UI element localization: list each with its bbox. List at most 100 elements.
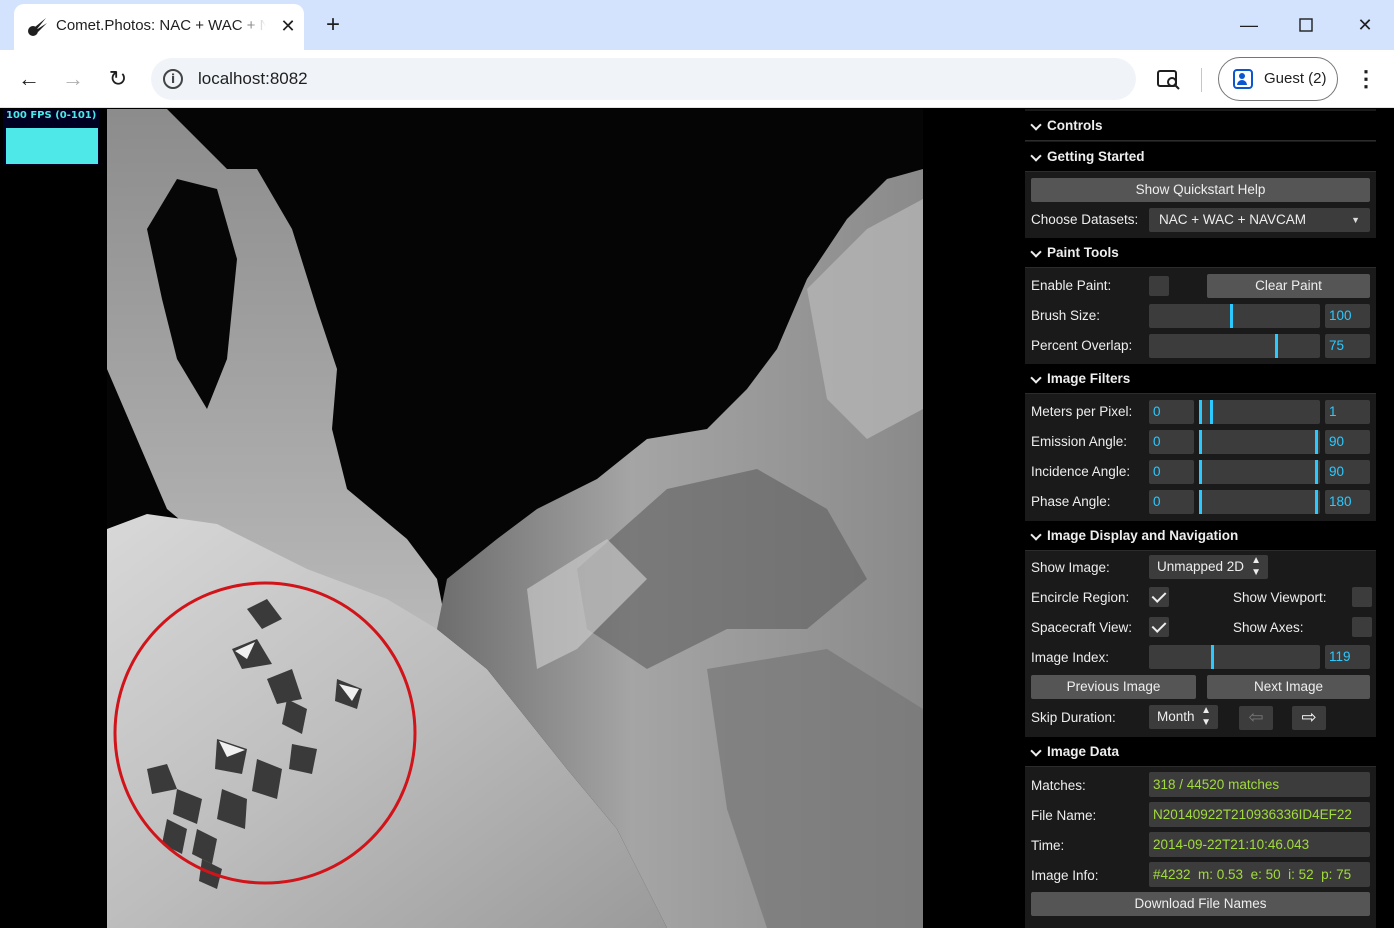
maximize-icon[interactable] xyxy=(1291,10,1321,40)
datasets-label: Choose Datasets: xyxy=(1031,212,1139,227)
show-image-select[interactable]: Unmapped 2D ▲ ▼ xyxy=(1149,555,1268,579)
meters-max-knob[interactable] xyxy=(1210,400,1213,424)
new-tab-icon[interactable]: + xyxy=(318,10,348,40)
browser-toolbar: ← → ↻ i localhost:8082 Guest (2) ⋮ xyxy=(0,50,1394,108)
meters-max-input[interactable]: 1 xyxy=(1325,400,1370,424)
skip-duration-value: Month xyxy=(1157,709,1195,724)
encircle-region-checkbox[interactable] xyxy=(1149,587,1169,607)
profile-icon xyxy=(1233,69,1253,89)
fps-text: 100 FPS (0-101) xyxy=(6,110,97,121)
image-index-label: Image Index: xyxy=(1031,650,1110,665)
show-axes-label: Show Axes: xyxy=(1233,620,1304,635)
right-arrow-icon[interactable]: ⇨ xyxy=(1292,706,1326,730)
download-file-names-button[interactable]: Download File Names xyxy=(1031,892,1370,916)
emission-max-knob[interactable] xyxy=(1315,430,1318,454)
file-name-value[interactable]: N20140922T210936336ID4EF22 xyxy=(1149,802,1370,827)
phase-min-input[interactable]: 0 xyxy=(1149,490,1194,514)
image-data-folder-title[interactable]: Image Data xyxy=(1025,737,1376,767)
meters-min-knob[interactable] xyxy=(1199,400,1202,424)
phase-max-input[interactable]: 180 xyxy=(1325,490,1370,514)
spacecraft-view-label: Spacecraft View: xyxy=(1031,620,1133,635)
site-info-icon[interactable]: i xyxy=(163,69,183,89)
incidence-range-slider[interactable] xyxy=(1199,460,1320,484)
image-index-input[interactable]: 119 xyxy=(1325,645,1370,669)
fps-graph xyxy=(6,128,98,164)
time-label: Time: xyxy=(1031,838,1065,853)
percent-overlap-input[interactable]: 75 xyxy=(1325,334,1370,358)
incidence-min-input[interactable]: 0 xyxy=(1149,460,1194,484)
previous-image-button[interactable]: Previous Image xyxy=(1031,675,1196,699)
percent-overlap-slider[interactable] xyxy=(1149,334,1320,358)
url-text[interactable]: localhost:8082 xyxy=(198,69,308,89)
quickstart-help-button[interactable]: Show Quickstart Help xyxy=(1031,178,1370,202)
percent-overlap-label: Percent Overlap: xyxy=(1031,338,1133,353)
forward-icon[interactable]: → xyxy=(56,62,90,96)
meters-range-slider[interactable] xyxy=(1199,400,1320,424)
clear-paint-button[interactable]: Clear Paint xyxy=(1207,274,1370,298)
image-info-label: Image Info: xyxy=(1031,868,1099,883)
next-image-button[interactable]: Next Image xyxy=(1207,675,1370,699)
phase-min-knob[interactable] xyxy=(1199,490,1202,514)
emission-angle-label: Emission Angle: xyxy=(1031,434,1128,449)
brush-size-input[interactable]: 100 xyxy=(1325,304,1370,328)
getting-started-folder-title[interactable]: Getting Started xyxy=(1025,142,1376,172)
emission-min-input[interactable]: 0 xyxy=(1149,430,1194,454)
skip-duration-label: Skip Duration: xyxy=(1031,710,1116,725)
browser-menu-icon[interactable]: ⋮ xyxy=(1352,62,1380,96)
phase-range-slider[interactable] xyxy=(1199,490,1320,514)
updown-caret-icon: ▲ ▼ xyxy=(1251,555,1261,578)
close-tab-icon[interactable]: ✕ xyxy=(276,14,300,38)
datasets-value: NAC + WAC + NAVCAM xyxy=(1159,212,1307,227)
image-index-knob[interactable] xyxy=(1211,645,1214,669)
matches-value: 318 / 44520 matches xyxy=(1149,772,1370,797)
datasets-select[interactable]: NAC + WAC + NAVCAM ▼ xyxy=(1149,208,1370,232)
comet-image[interactable] xyxy=(107,109,923,928)
show-viewport-label: Show Viewport: xyxy=(1233,590,1327,605)
dropdown-caret-icon: ▼ xyxy=(1351,215,1360,225)
app-viewport: 100 FPS (0-101) Controls Getting Started… xyxy=(1,109,1393,928)
profile-button[interactable]: Guest (2) xyxy=(1218,57,1338,101)
enable-paint-checkbox[interactable] xyxy=(1149,276,1169,296)
reload-icon[interactable]: ↻ xyxy=(101,62,135,96)
brush-size-slider[interactable] xyxy=(1149,304,1320,328)
incidence-max-knob[interactable] xyxy=(1315,460,1318,484)
fps-stats-panel[interactable]: 100 FPS (0-101) xyxy=(3,109,99,166)
brush-size-label: Brush Size: xyxy=(1031,308,1101,323)
brush-size-knob[interactable] xyxy=(1230,304,1233,328)
emission-max-input[interactable]: 90 xyxy=(1325,430,1370,454)
meters-min-input[interactable]: 0 xyxy=(1149,400,1194,424)
browser-tab[interactable]: Comet.Photos: NAC + WAC + NAVCAM ✕ xyxy=(14,4,304,50)
paint-tools-folder-title[interactable]: Paint Tools xyxy=(1025,238,1376,268)
show-image-value: Unmapped 2D xyxy=(1157,559,1245,574)
spacecraft-view-checkbox[interactable] xyxy=(1149,617,1169,637)
image-info-value: #4232 m: 0.53 e: 50 i: 52 p: 75 xyxy=(1149,862,1370,887)
show-axes-checkbox[interactable] xyxy=(1352,617,1372,637)
tab-title: Comet.Photos: NAC + WAC + NAVCAM xyxy=(56,17,266,34)
comet-icon xyxy=(28,18,47,36)
meters-per-pixel-label: Meters per Pixel: xyxy=(1031,404,1133,419)
image-filters-folder-title[interactable]: Image Filters xyxy=(1025,364,1376,394)
minimize-icon[interactable]: — xyxy=(1234,10,1264,40)
phase-angle-label: Phase Angle: xyxy=(1031,494,1111,509)
show-image-label: Show Image: xyxy=(1031,560,1110,575)
back-icon[interactable]: ← xyxy=(12,62,46,96)
display-navigation-folder-title[interactable]: Image Display and Navigation xyxy=(1025,521,1376,551)
left-arrow-icon[interactable]: ⇦ xyxy=(1239,706,1273,730)
controls-folder-title[interactable]: Controls xyxy=(1025,111,1376,141)
incidence-min-knob[interactable] xyxy=(1199,460,1202,484)
percent-overlap-knob[interactable] xyxy=(1275,334,1278,358)
controls-panel: Controls Getting Started Show Quickstart… xyxy=(1025,109,1376,928)
phase-max-knob[interactable] xyxy=(1315,490,1318,514)
incidence-angle-label: Incidence Angle: xyxy=(1031,464,1131,479)
toolbar-separator xyxy=(1201,68,1202,92)
close-window-icon[interactable]: ✕ xyxy=(1350,10,1380,40)
updown-caret-icon: ▲ ▼ xyxy=(1201,705,1211,728)
show-viewport-checkbox[interactable] xyxy=(1352,587,1372,607)
address-bar[interactable]: i localhost:8082 xyxy=(151,58,1136,100)
screen-search-icon[interactable] xyxy=(1156,66,1182,92)
emission-range-slider[interactable] xyxy=(1199,430,1320,454)
skip-duration-select[interactable]: Month ▲ ▼ xyxy=(1149,705,1218,729)
emission-min-knob[interactable] xyxy=(1199,430,1202,454)
image-index-slider[interactable] xyxy=(1149,645,1320,669)
incidence-max-input[interactable]: 90 xyxy=(1325,460,1370,484)
